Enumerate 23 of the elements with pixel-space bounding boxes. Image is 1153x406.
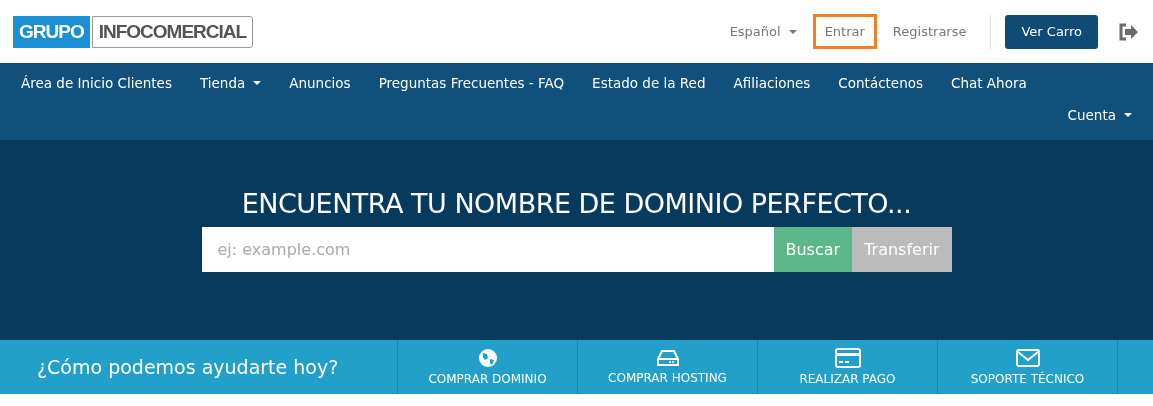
nav-item[interactable]: Tienda: [185, 75, 276, 91]
nav-item[interactable]: Cuenta: [1053, 107, 1146, 123]
globe-icon: [477, 348, 498, 368]
logout-icon[interactable]: [1118, 22, 1138, 41]
hero-title: ENCUENTRA TU NOMBRE DE DOMINIO PERFECTO...: [241, 188, 912, 219]
nav-item[interactable]: Chat Ahora: [937, 75, 1041, 91]
top-link[interactable]: Entrar: [812, 14, 877, 49]
nav-item[interactable]: Área de Inicio Clientes: [7, 75, 186, 91]
top-link[interactable]: Registrarse: [880, 14, 979, 49]
card-icon: [834, 348, 861, 368]
drive-icon: [656, 349, 679, 367]
top-link[interactable]: Español: [717, 14, 809, 49]
cart-button[interactable]: Ver Carro: [1005, 14, 1098, 49]
help-title: ¿Cómo podemos ayudarte hoy?: [37, 355, 340, 380]
mail-icon: [1015, 348, 1040, 368]
nav-item[interactable]: Estado de la Red: [578, 75, 720, 91]
nav-item[interactable]: Anuncios: [275, 75, 365, 91]
nav-item[interactable]: Preguntas Frecuentes - FAQ: [364, 75, 579, 91]
nav-item[interactable]: Afiliaciones: [719, 75, 825, 91]
domain-search-field[interactable]: ej: example.com: [201, 227, 774, 272]
logo-text: INFOCOMERCIAL: [91, 15, 254, 48]
nav-item[interactable]: Contáctenos: [824, 75, 938, 91]
logo-text: GRUPO: [13, 15, 90, 48]
